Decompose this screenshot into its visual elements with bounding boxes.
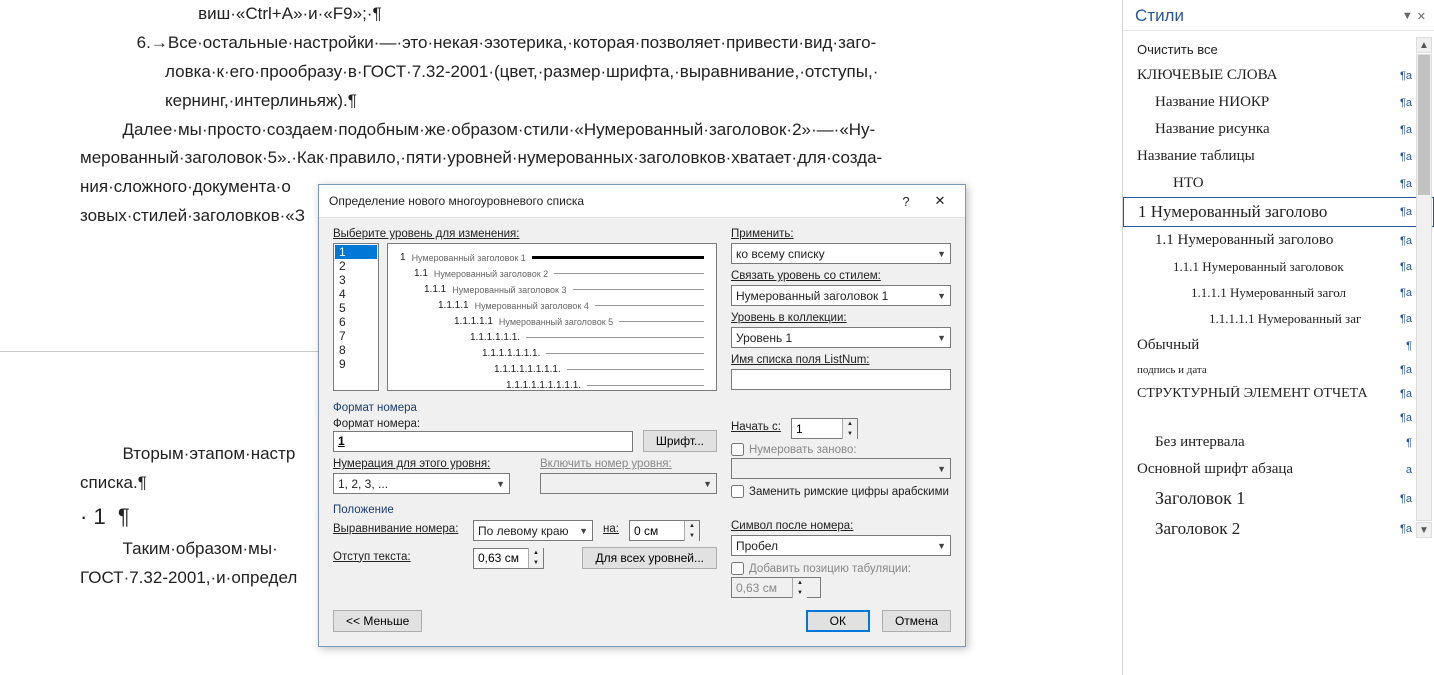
- position-section-label: Положение: [333, 504, 951, 516]
- font-button[interactable]: Шрифт...: [643, 430, 717, 452]
- style-item[interactable]: Название таблицы¶a: [1123, 143, 1434, 170]
- scroll-track[interactable]: [1416, 54, 1432, 521]
- style-item[interactable]: 1.1.1 Нумерованный заголовок¶a: [1123, 254, 1434, 280]
- style-item[interactable]: 1.1.1.1 Нумерованный загол¶а: [1123, 280, 1434, 306]
- style-item[interactable]: подпись и дата¶a: [1123, 359, 1434, 381]
- paragraph-mark-icon[interactable]: ¶а: [1400, 235, 1412, 247]
- at-spinner[interactable]: ▲▼: [629, 520, 700, 541]
- style-item[interactable]: ¶a: [1123, 407, 1434, 429]
- paragraph-mark-icon[interactable]: ¶а: [1400, 206, 1412, 218]
- paragraph-mark-icon[interactable]: ¶a: [1400, 412, 1412, 424]
- paragraph-mark-icon[interactable]: ¶а: [1400, 388, 1412, 400]
- indent-spinner[interactable]: ▲▼: [473, 548, 544, 569]
- style-item[interactable]: КЛЮЧЕВЫЕ СЛОВА¶а: [1123, 62, 1434, 89]
- paragraph-mark-icon[interactable]: ¶а: [1400, 287, 1412, 299]
- paragraph-mark-icon[interactable]: ¶а: [1400, 493, 1412, 505]
- paragraph-mark-icon[interactable]: ¶а: [1400, 70, 1412, 82]
- tab-spinner: ▲▼: [731, 577, 821, 598]
- paragraph-mark-icon[interactable]: ¶a: [1400, 178, 1412, 190]
- numbering-combo[interactable]: 1, 2, 3, ...▼: [333, 473, 510, 494]
- scroll-down-icon[interactable]: ▼: [1416, 522, 1432, 538]
- style-item[interactable]: 1.1.1.1.1 Нумерованный заг¶а: [1123, 306, 1434, 332]
- styles-list: ▲ ▼ Очистить всеКЛЮЧЕВЫЕ СЛОВА¶аНазвание…: [1123, 31, 1434, 544]
- preview-box: 1Нумерованный заголовок 11.1Нумерованный…: [387, 243, 717, 391]
- multilevel-list-dialog: Определение нового многоуровневого списк…: [318, 184, 966, 647]
- tab-checkbox[interactable]: [731, 562, 744, 575]
- paragraph-mark-icon[interactable]: а: [1406, 464, 1412, 476]
- style-item[interactable]: Название НИОКР¶a: [1123, 89, 1434, 116]
- collection-combo[interactable]: Уровень 1▼: [731, 327, 951, 348]
- scroll-up-icon[interactable]: ▲: [1416, 37, 1432, 53]
- link-style-combo[interactable]: Нумерованный заголовок 1▼: [731, 285, 951, 306]
- paragraph-mark-icon[interactable]: ¶: [1406, 340, 1412, 352]
- start-spinner[interactable]: ▲▼: [791, 418, 858, 439]
- style-item[interactable]: Основной шрифт абзацаа: [1123, 456, 1434, 483]
- style-item[interactable]: СТРУКТУРНЫЙ ЭЛЕМЕНТ ОТЧЕТА¶а: [1123, 381, 1434, 407]
- paragraph-mark-icon[interactable]: ¶a: [1400, 151, 1412, 163]
- cancel-button[interactable]: Отмена: [882, 610, 951, 632]
- renumber-combo: ▼: [731, 458, 951, 479]
- renumber-checkbox[interactable]: [731, 443, 744, 456]
- format-section-label: Формат номера: [333, 402, 951, 414]
- style-item[interactable]: Очистить все: [1123, 37, 1434, 62]
- scroll-thumb[interactable]: [1418, 55, 1430, 195]
- align-combo[interactable]: По левому краю▼: [473, 520, 593, 541]
- listnum-input[interactable]: [731, 369, 951, 390]
- paragraph-mark-icon[interactable]: ¶a: [1400, 364, 1412, 376]
- paragraph-mark-icon[interactable]: ¶a: [1400, 124, 1412, 136]
- include-combo: ▼: [540, 473, 717, 494]
- style-item[interactable]: НТО¶a: [1123, 170, 1434, 197]
- paragraph-mark-icon[interactable]: ¶а: [1400, 523, 1412, 535]
- style-item[interactable]: Название рисунка¶a: [1123, 116, 1434, 143]
- style-item[interactable]: Обычный¶: [1123, 332, 1434, 359]
- level-listbox[interactable]: 123456789: [333, 243, 379, 391]
- style-item[interactable]: 1.1 Нумерованный заголово¶а: [1123, 227, 1434, 254]
- styles-panel: Стили ▼ ✕ ▲ ▼ Очистить всеКЛЮЧЕВЫЕ СЛОВА…: [1122, 0, 1434, 675]
- close-icon[interactable]: ✕: [1417, 10, 1426, 23]
- paragraph-mark-icon[interactable]: ¶а: [1400, 313, 1412, 325]
- all-levels-button[interactable]: Для всех уровней...: [582, 547, 717, 569]
- help-button[interactable]: ?: [889, 191, 923, 211]
- style-item[interactable]: Заголовок 2¶а: [1123, 514, 1434, 544]
- dialog-title: Определение нового многоуровневого списк…: [329, 194, 584, 208]
- close-button[interactable]: ✕: [923, 191, 957, 211]
- select-level-label: Выберите уровень для изменения:: [333, 228, 519, 240]
- ok-button[interactable]: ОК: [806, 610, 870, 632]
- chevron-down-icon[interactable]: ▼: [1402, 10, 1413, 23]
- style-item[interactable]: Без интервала¶: [1123, 429, 1434, 456]
- style-item[interactable]: Заголовок 1¶а: [1123, 483, 1434, 514]
- less-button[interactable]: << Меньше: [333, 610, 422, 632]
- symbol-combo[interactable]: Пробел▼: [731, 535, 951, 556]
- paragraph-mark-icon[interactable]: ¶a: [1400, 97, 1412, 109]
- format-number-input[interactable]: [333, 431, 633, 452]
- roman-checkbox[interactable]: [731, 485, 744, 498]
- apply-combo[interactable]: ко всему списку▼: [731, 243, 951, 264]
- style-item[interactable]: 1 Нумерованный заголово¶а: [1123, 197, 1434, 227]
- paragraph-mark-icon[interactable]: ¶: [1406, 437, 1412, 449]
- styles-panel-title: Стили: [1135, 6, 1184, 26]
- paragraph-mark-icon[interactable]: ¶a: [1400, 261, 1412, 273]
